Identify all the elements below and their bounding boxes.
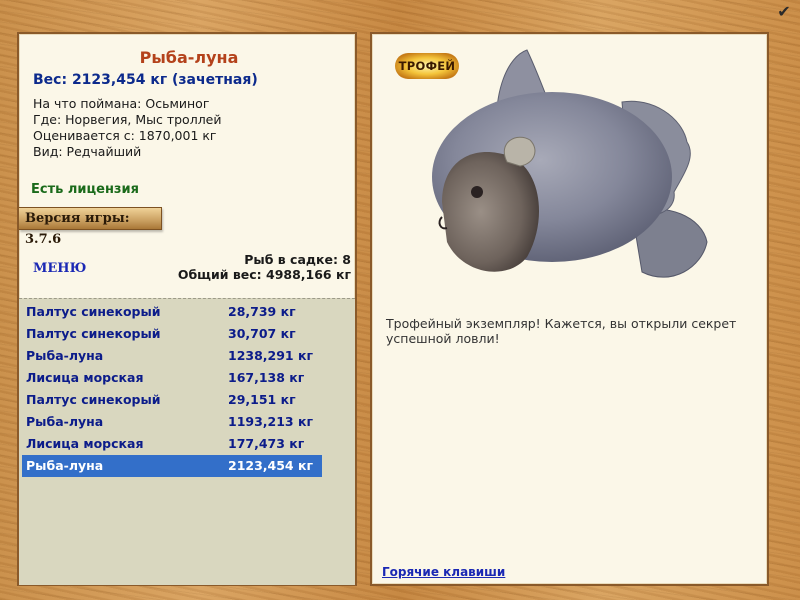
- catch-weight: 30,707 кг: [228, 326, 296, 341]
- fish-bait: На что поймана: Осьминог: [33, 96, 210, 111]
- catch-name: Рыба-луна: [26, 414, 104, 429]
- catch-row[interactable]: Палтус синекорый 30,707 кг: [22, 323, 322, 345]
- catch-row[interactable]: Лисица морская 177,473 кг: [22, 433, 322, 455]
- catch-name: Палтус синекорый: [26, 304, 161, 319]
- catch-name: Рыба-луна: [26, 348, 104, 363]
- fish-rated: Оценивается с: 1870,001 кг: [33, 128, 217, 143]
- cage-total-weight: Общий вес: 4988,166 кг: [177, 267, 351, 282]
- license-status: Есть лицензия: [31, 182, 139, 197]
- catch-name: Рыба-луна: [26, 458, 104, 473]
- fish-info-panel: Рыба-луна Вес: 2123,454 кг (зачетная) На…: [17, 32, 357, 586]
- catch-weight: 1238,291 кг: [228, 348, 313, 363]
- menu-button[interactable]: МЕНЮ: [33, 261, 86, 276]
- checkmark-icon[interactable]: ✔: [776, 4, 792, 20]
- catch-row[interactable]: Лисица морская 167,138 кг: [22, 367, 322, 389]
- catch-weight: 167,138 кг: [228, 370, 305, 385]
- catch-name: Лисица морская: [26, 370, 144, 385]
- cage-summary: Рыб в садке: 8 Общий вес: 4988,166 кг: [178, 252, 351, 282]
- fish-kind: Вид: Редчайший: [33, 144, 142, 159]
- catch-weight: 28,739 кг: [228, 304, 296, 319]
- game-version-badge: Версия игры: 3.7.6: [19, 207, 162, 247]
- catch-row[interactable]: Палтус синекорый 29,151 кг: [22, 389, 322, 411]
- fish-location: Где: Норвегия, Мыс троллей: [33, 112, 222, 127]
- cage-count: Рыб в садке: 8: [244, 252, 351, 267]
- fish-preview-panel: ТРОФЕЙ Трофейный экземпляр! Кажется, вы …: [370, 32, 769, 586]
- catch-name: Палтус синекорый: [26, 326, 161, 341]
- catch-row[interactable]: Рыба-луна 1238,291 кг: [22, 345, 322, 367]
- catch-row-selected[interactable]: Рыба-луна 2123,454 кг: [22, 455, 322, 477]
- catch-row[interactable]: Палтус синекорый 28,739 кг: [22, 301, 322, 323]
- catch-weight: 2123,454 кг: [228, 458, 313, 473]
- catch-weight: 177,473 кг: [228, 436, 305, 451]
- catch-name: Лисица морская: [26, 436, 144, 451]
- catch-weight: 29,151 кг: [228, 392, 296, 407]
- fish-weight: Вес: 2123,454 кг (зачетная): [33, 72, 258, 88]
- fish-name-title: Рыба-луна: [139, 48, 239, 67]
- catch-row[interactable]: Рыба-луна 1193,213 кг: [22, 411, 322, 433]
- trophy-badge: ТРОФЕЙ: [395, 53, 459, 79]
- catch-name: Палтус синекорый: [26, 392, 161, 407]
- sunfish-image: [432, 49, 708, 278]
- trophy-description: Трофейный экземпляр! Кажется, вы открыли…: [386, 316, 737, 346]
- hotkeys-link[interactable]: Горячие клавиши: [382, 565, 505, 579]
- catch-weight: 1193,213 кг: [228, 414, 313, 429]
- catch-list: Палтус синекорый 28,739 кг Палтус синеко…: [19, 298, 355, 585]
